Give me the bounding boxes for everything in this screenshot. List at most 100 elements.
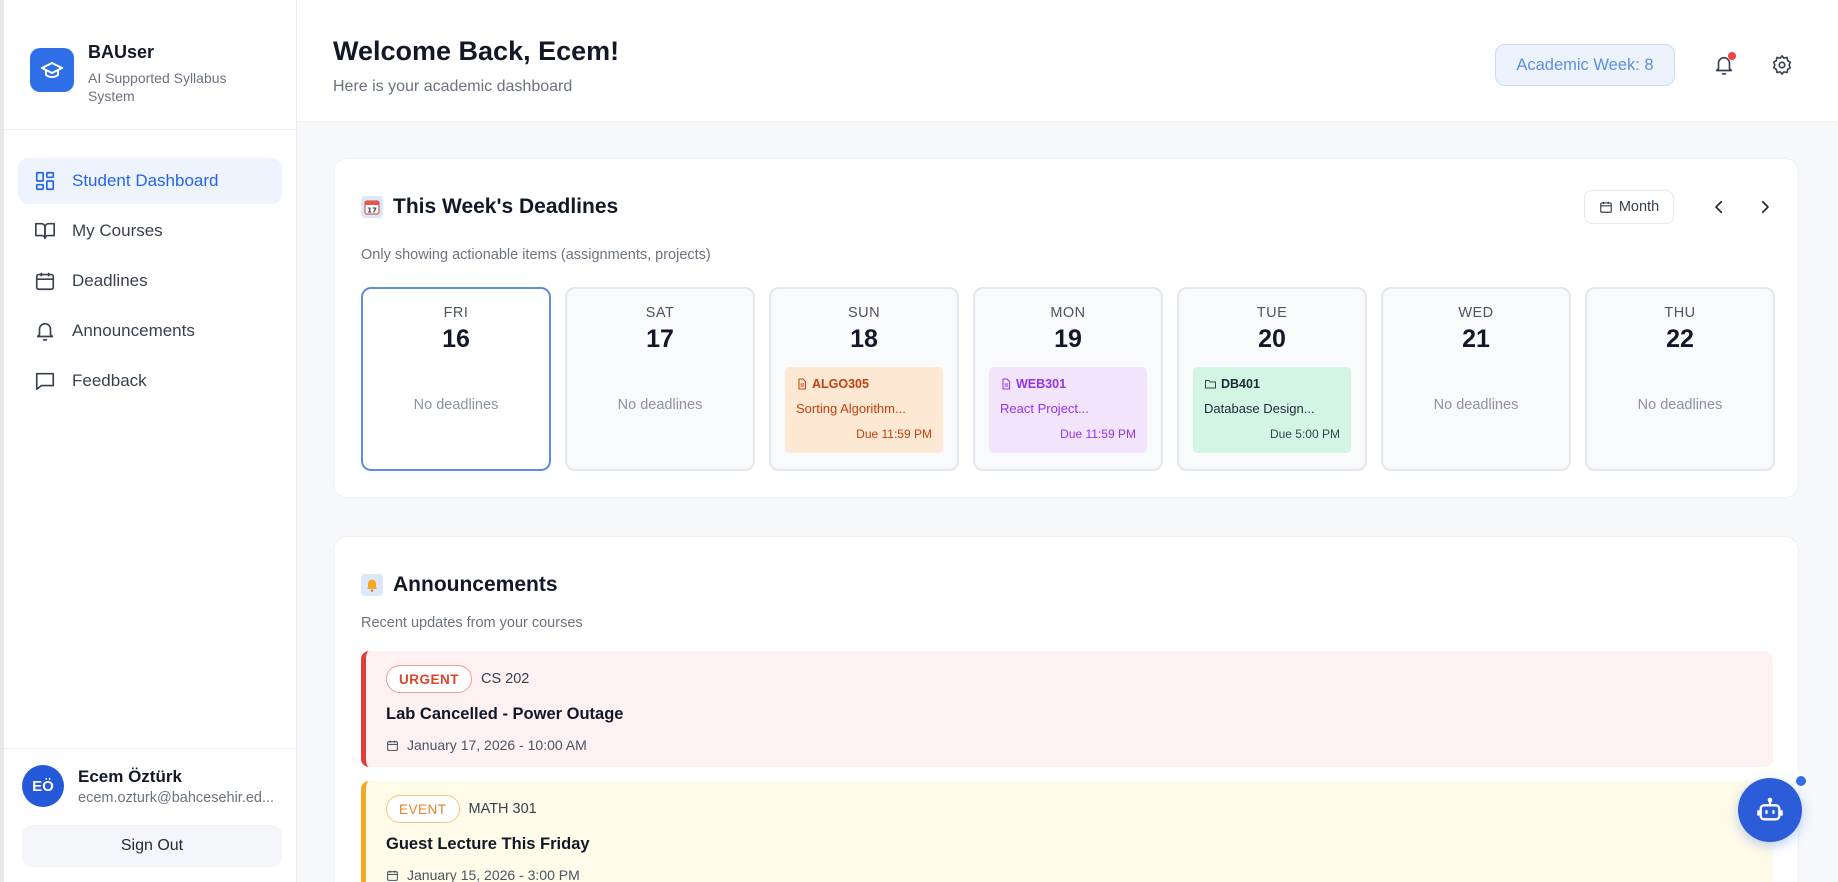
announcements-card: Announcements Recent updates from your c… bbox=[333, 536, 1799, 882]
sidebar-item-label: Deadlines bbox=[72, 271, 148, 290]
calendar-icon bbox=[35, 272, 55, 291]
day-number: 21 bbox=[1462, 325, 1490, 353]
announcement-title: Guest Lecture This Friday bbox=[386, 835, 590, 853]
app-root: BAUser AI Supported Syllabus System Stud… bbox=[0, 0, 1838, 882]
day-card-sat[interactable]: SAT 17 No deadlines bbox=[565, 287, 755, 471]
day-card-mon[interactable]: MON 19 WEB301 React Project... Due 11:59… bbox=[973, 287, 1163, 471]
announcement-course: MATH 301 bbox=[468, 801, 537, 817]
announcement-course: CS 202 bbox=[481, 671, 530, 687]
sign-out-button[interactable]: Sign Out bbox=[22, 825, 282, 867]
assistant-indicator-dot bbox=[1794, 774, 1808, 788]
day-card-wed[interactable]: WED 21 No deadlines bbox=[1381, 287, 1571, 471]
calendar-icon bbox=[1600, 201, 1612, 213]
deadlines-subtitle: Only showing actionable items (assignmen… bbox=[361, 247, 711, 263]
message-icon bbox=[35, 372, 55, 391]
day-number: 18 bbox=[850, 325, 878, 353]
gear-icon bbox=[1772, 55, 1792, 75]
document-icon bbox=[1002, 378, 1010, 390]
deadline-item-db401[interactable]: DB401 Database Design... Due 5:00 PM bbox=[1193, 367, 1351, 453]
user-name: Ecem Öztürk bbox=[78, 766, 182, 786]
chevron-left-icon bbox=[1715, 200, 1723, 214]
sidebar-item-label: Feedback bbox=[72, 371, 147, 390]
bell-icon bbox=[36, 322, 54, 341]
day-card-thu[interactable]: THU 22 No deadlines bbox=[1585, 287, 1775, 471]
week-days: FRI 16 No deadlines SAT 17 No deadlines … bbox=[361, 287, 1775, 471]
sidebar-item-my-courses[interactable]: My Courses bbox=[18, 208, 282, 254]
sidebar-nav: Student Dashboard My Courses Deadlines A… bbox=[4, 130, 296, 404]
day-card-sun[interactable]: SUN 18 ALGO305 Sorting Algorithm... Due … bbox=[769, 287, 959, 471]
page-subtitle: Here is your academic dashboard bbox=[333, 78, 573, 95]
sidebar-item-feedback[interactable]: Feedback bbox=[18, 358, 282, 404]
deadline-title: React Project... bbox=[1000, 401, 1089, 416]
ai-assistant-button[interactable] bbox=[1738, 774, 1808, 842]
dashboard-icon bbox=[35, 171, 55, 191]
brand: BAUser AI Supported Syllabus System bbox=[4, 0, 296, 130]
previous-week-button[interactable] bbox=[1706, 194, 1732, 220]
deadline-due: Due 5:00 PM bbox=[1269, 427, 1340, 441]
calendar-emoji-icon: 17 bbox=[361, 196, 383, 218]
deadline-title: Database Design... bbox=[1204, 401, 1315, 416]
topbar: Welcome Back, Ecem! Here is your academi… bbox=[297, 0, 1838, 122]
deadlines-card: 17 This Week's Deadlines Only showing ac… bbox=[333, 158, 1799, 498]
urgent-badge: URGENT bbox=[386, 665, 472, 693]
settings-button[interactable] bbox=[1767, 50, 1797, 80]
event-badge: EVENT bbox=[386, 795, 460, 823]
notification-dot bbox=[1728, 52, 1736, 60]
book-icon bbox=[35, 222, 55, 240]
sidebar-item-label: Announcements bbox=[72, 321, 195, 340]
announcements-subtitle: Recent updates from your courses bbox=[361, 615, 583, 631]
svg-text:17: 17 bbox=[367, 207, 377, 215]
notifications-button[interactable] bbox=[1709, 50, 1739, 80]
brand-subtitle: AI Supported Syllabus System bbox=[88, 70, 227, 104]
robot-icon bbox=[1757, 797, 1783, 821]
announcement-item-urgent[interactable]: URGENT CS 202 Lab Cancelled - Power Outa… bbox=[361, 651, 1773, 767]
day-name: WED bbox=[1458, 305, 1494, 321]
deadline-due: Due 11:59 PM bbox=[1060, 427, 1136, 441]
deadline-item-algo305[interactable]: ALGO305 Sorting Algorithm... Due 11:59 P… bbox=[785, 367, 943, 453]
day-name: SUN bbox=[847, 305, 881, 321]
page-title: Welcome Back, Ecem! bbox=[333, 36, 620, 66]
deadline-due: Due 11:59 PM bbox=[856, 427, 932, 441]
no-deadlines-text: No deadlines bbox=[413, 397, 499, 413]
no-deadlines-text: No deadlines bbox=[617, 397, 703, 413]
day-name: TUE bbox=[1256, 305, 1288, 321]
sidebar-item-announcements[interactable]: Announcements bbox=[18, 308, 282, 354]
day-name: SAT bbox=[645, 305, 675, 321]
day-name: THU bbox=[1664, 305, 1696, 321]
announcement-date: January 15, 2026 - 3:00 PM bbox=[386, 867, 580, 882]
deadline-code: WEB301 bbox=[1016, 377, 1067, 391]
deadline-code: DB401 bbox=[1221, 377, 1260, 391]
calendar-icon bbox=[387, 870, 398, 881]
day-name: FRI bbox=[443, 305, 469, 321]
day-name: MON bbox=[1050, 305, 1086, 321]
day-card-fri[interactable]: FRI 16 No deadlines bbox=[361, 287, 551, 471]
day-number: 16 bbox=[442, 325, 470, 353]
main-content: Welcome Back, Ecem! Here is your academi… bbox=[297, 0, 1838, 882]
announcement-item-event[interactable]: EVENT MATH 301 Guest Lecture This Friday… bbox=[361, 781, 1773, 882]
sidebar-item-student-dashboard[interactable]: Student Dashboard bbox=[18, 158, 282, 204]
chevron-right-icon bbox=[1761, 200, 1769, 214]
folder-icon bbox=[1205, 380, 1216, 389]
no-deadlines-text: No deadlines bbox=[1433, 397, 1519, 413]
user-email: ecem.ozturk@bahcesehir.ed... bbox=[78, 789, 275, 806]
announcement-title: Lab Cancelled - Power Outage bbox=[386, 705, 624, 723]
deadline-title: Sorting Algorithm... bbox=[796, 401, 906, 416]
deadlines-title: 17 This Week's Deadlines bbox=[361, 195, 618, 219]
brand-name: BAUser bbox=[88, 42, 155, 62]
calendar-icon bbox=[387, 740, 398, 751]
sidebar-item-label: Student Dashboard bbox=[72, 171, 219, 190]
sidebar: BAUser AI Supported Syllabus System Stud… bbox=[0, 0, 297, 882]
month-view-button[interactable]: Month bbox=[1584, 190, 1674, 224]
day-card-tue[interactable]: TUE 20 DB401 Database Design... Due 5:00… bbox=[1177, 287, 1367, 471]
next-week-button[interactable] bbox=[1752, 194, 1778, 220]
graduation-cap-icon bbox=[30, 48, 74, 92]
sidebar-item-deadlines[interactable]: Deadlines bbox=[18, 258, 282, 304]
deadline-code: ALGO305 bbox=[812, 377, 869, 391]
avatar: EÖ bbox=[22, 765, 64, 807]
bell-emoji-icon bbox=[361, 574, 383, 596]
announcement-date: January 17, 2026 - 10:00 AM bbox=[386, 737, 587, 753]
deadline-item-web301[interactable]: WEB301 React Project... Due 11:59 PM bbox=[989, 367, 1147, 453]
user-block: EÖ Ecem Öztürk ecem.ozturk@bahcesehir.ed… bbox=[4, 748, 296, 882]
day-number: 19 bbox=[1054, 325, 1082, 353]
day-number: 20 bbox=[1258, 325, 1286, 353]
